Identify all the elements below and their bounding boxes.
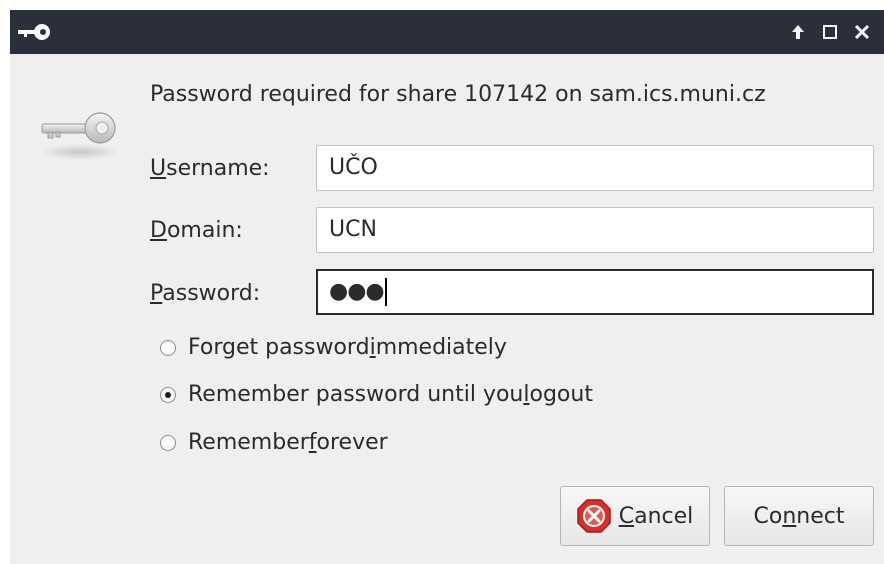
username-field[interactable]: UČO — [316, 145, 874, 191]
password-field[interactable]: ●●● — [316, 269, 874, 315]
cancel-stop-icon — [576, 499, 611, 533]
option-forget-immediately[interactable]: Forget password i mmediately — [160, 335, 507, 360]
text-cursor — [384, 278, 387, 306]
domain-label: Domain: — [150, 218, 243, 243]
key-icon — [40, 112, 120, 160]
close-button[interactable] — [850, 20, 874, 44]
keep-above-button[interactable] — [786, 20, 810, 44]
key-icon — [18, 24, 50, 40]
password-dialog: Password required for share 107142 on sa… — [10, 10, 884, 564]
radio-button[interactable] — [160, 386, 176, 403]
radio-button[interactable] — [160, 339, 176, 356]
cancel-button[interactable]: Cancel — [560, 486, 710, 546]
close-icon — [854, 24, 870, 40]
option-remember-until-logout[interactable]: Remember password until you l ogout — [160, 382, 593, 407]
username-label: Username: — [150, 156, 270, 181]
maximize-button[interactable] — [818, 20, 842, 44]
dialog-prompt: Password required for share 107142 on sa… — [150, 82, 766, 107]
arrow-up-icon — [792, 25, 804, 39]
radio-button[interactable] — [160, 434, 176, 451]
title-bar[interactable] — [10, 10, 884, 54]
domain-field[interactable]: UCN — [316, 207, 874, 253]
maximize-icon — [823, 25, 837, 39]
option-remember-forever[interactable]: Remember f orever — [160, 430, 388, 455]
connect-button[interactable]: Connect — [724, 486, 874, 546]
password-label: Password: — [150, 281, 261, 306]
